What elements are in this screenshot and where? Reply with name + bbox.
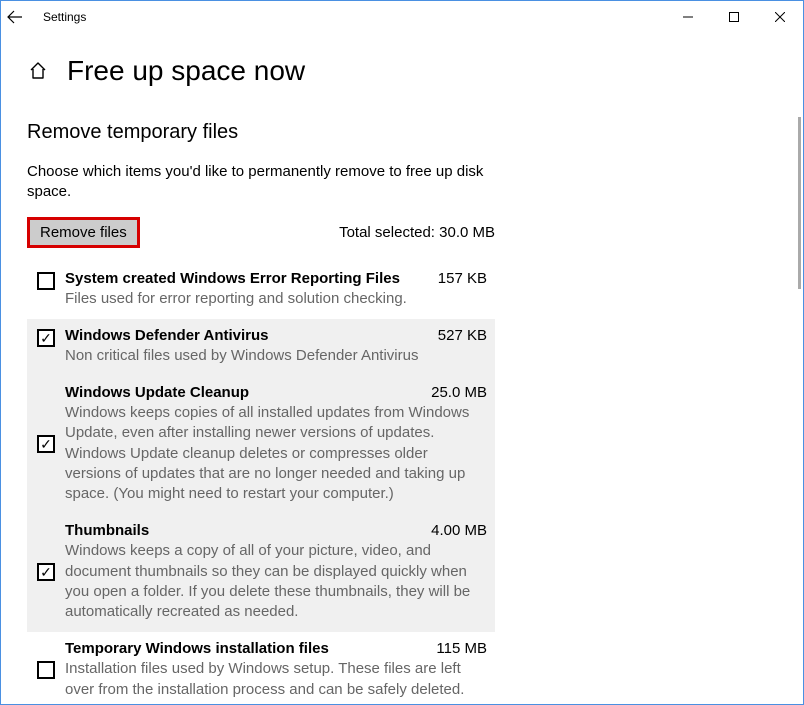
- checkbox[interactable]: [37, 272, 55, 290]
- close-button[interactable]: [757, 1, 803, 33]
- checkbox-wrap: ✓: [31, 327, 61, 366]
- intro-text: Choose which items you'd like to permane…: [27, 162, 495, 203]
- item-size: 25.0 MB: [431, 384, 487, 401]
- maximize-button[interactable]: [711, 1, 757, 33]
- item-head: Temporary Windows installation files 115 …: [65, 640, 487, 657]
- item-size: 4.00 MB: [431, 522, 487, 539]
- item-body: Thumbnails 4.00 MB Windows keeps a copy of…: [61, 522, 487, 622]
- item-desc: Files used for error reporting and solut…: [65, 289, 487, 309]
- window-title: Settings: [43, 10, 86, 24]
- list-item[interactable]: ✓ Thumbnails 4.00 MB Windows keeps a copy o…: [27, 514, 495, 632]
- back-button[interactable]: [7, 9, 35, 25]
- item-head: Windows Update Cleanup 25.0 MB: [65, 384, 487, 401]
- item-title: Windows Defender Antivirus: [65, 327, 269, 344]
- item-head: System created Windows Error Reporting F…: [65, 270, 487, 287]
- item-head: Windows Defender Antivirus 527 KB: [65, 327, 487, 344]
- item-desc: Windows keeps a copy of all of your pict…: [65, 541, 487, 622]
- item-size: 527 KB: [438, 327, 487, 344]
- check-icon: ✓: [40, 437, 52, 451]
- content: Remove temporary files Choose which item…: [27, 121, 495, 705]
- check-icon: ✓: [40, 565, 52, 579]
- checkbox-wrap: ✓: [31, 522, 61, 622]
- checkbox[interactable]: ✓: [37, 435, 55, 453]
- item-title: Thumbnails: [65, 522, 149, 539]
- home-icon[interactable]: [27, 60, 49, 82]
- item-list: System created Windows Error Reporting F…: [27, 262, 495, 705]
- checkbox[interactable]: [37, 661, 55, 679]
- item-body: Windows Update Cleanup 25.0 MB Windows kee…: [61, 384, 487, 504]
- item-size: 157 KB: [438, 270, 487, 287]
- remove-files-button[interactable]: Remove files: [27, 217, 140, 248]
- check-icon: ✓: [40, 331, 52, 345]
- list-item[interactable]: Temporary Windows installation files 115 …: [27, 632, 495, 705]
- settings-window: Settings Free up space now Remove tempor…: [0, 0, 804, 705]
- item-title: System created Windows Error Reporting F…: [65, 270, 400, 287]
- item-size: 115 MB: [436, 640, 487, 657]
- title-bar: Settings: [1, 1, 803, 33]
- list-item[interactable]: System created Windows Error Reporting F…: [27, 262, 495, 319]
- checkbox-wrap: ✓: [31, 384, 61, 504]
- item-body: Temporary Windows installation files 115 …: [61, 640, 487, 700]
- item-head: Thumbnails 4.00 MB: [65, 522, 487, 539]
- total-selected: Total selected: 30.0 MB: [339, 224, 495, 241]
- section-title: Remove temporary files: [27, 121, 495, 144]
- checkbox[interactable]: ✓: [37, 563, 55, 581]
- item-body: Windows Defender Antivirus 527 KB Non crit…: [61, 327, 487, 366]
- scrollbar-thumb[interactable]: [798, 117, 801, 289]
- list-item[interactable]: ✓ Windows Update Cleanup 25.0 MB Windows ke…: [27, 376, 495, 514]
- checkbox[interactable]: ✓: [37, 329, 55, 347]
- action-row: Remove files Total selected: 30.0 MB: [27, 217, 495, 248]
- item-body: System created Windows Error Reporting F…: [61, 270, 487, 309]
- list-item[interactable]: ✓ Windows Defender Antivirus 527 KB Non cri…: [27, 319, 495, 376]
- item-desc: Non critical files used by Windows Defen…: [65, 346, 487, 366]
- page-header: Free up space now: [27, 55, 803, 87]
- checkbox-wrap: [31, 270, 61, 309]
- item-title: Temporary Windows installation files: [65, 640, 329, 657]
- checkbox-wrap: [31, 640, 61, 700]
- item-desc: Installation files used by Windows setup…: [65, 659, 487, 700]
- item-title: Windows Update Cleanup: [65, 384, 249, 401]
- item-desc: Windows keeps copies of all installed up…: [65, 403, 487, 504]
- minimize-button[interactable]: [665, 1, 711, 33]
- window-controls: [665, 1, 803, 33]
- page-title: Free up space now: [67, 55, 305, 87]
